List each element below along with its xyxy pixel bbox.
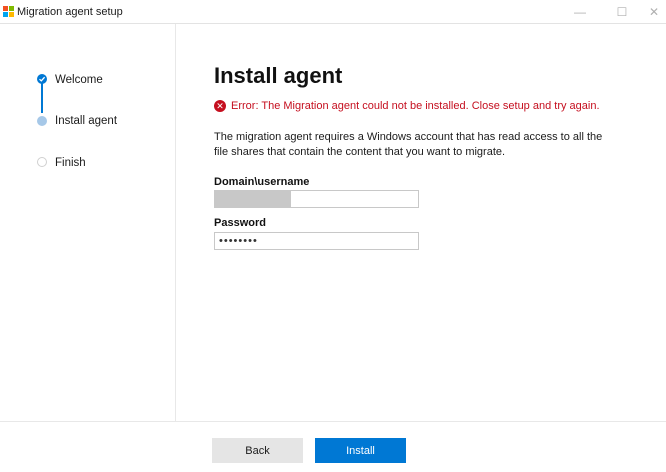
window-title: Migration agent setup [17,6,123,18]
description-text: The migration agent requires a Windows a… [214,131,603,158]
step-completed-check-icon [37,74,47,84]
password-label: Password [214,217,266,229]
redacted-value [215,191,291,207]
title-bar: Migration agent setup — ☐ ✕ [0,0,666,24]
error-x-icon: ✕ [214,100,226,112]
back-button[interactable]: Back [212,438,303,463]
error-message: ✕ Error: The Migration agent could not b… [214,100,600,112]
password-input[interactable] [214,232,419,250]
step-progress-line [41,80,43,113]
error-text: Error: The Migration agent could not be … [231,100,600,112]
microsoft-logo-icon [3,6,15,18]
page-title: Install agent [214,63,343,88]
step-finish-label: Finish [55,157,86,169]
domain-username-label: Domain\username [214,176,310,188]
step-current-dot-icon [37,116,47,126]
minimize-icon[interactable]: — [566,2,594,22]
close-icon[interactable]: ✕ [640,2,666,22]
maximize-icon[interactable]: ☐ [608,2,636,22]
step-pending-dot-icon [37,157,47,167]
step-welcome-label: Welcome [55,74,103,86]
install-button[interactable]: Install [315,438,406,463]
step-install-agent-label: Install agent [55,115,118,127]
